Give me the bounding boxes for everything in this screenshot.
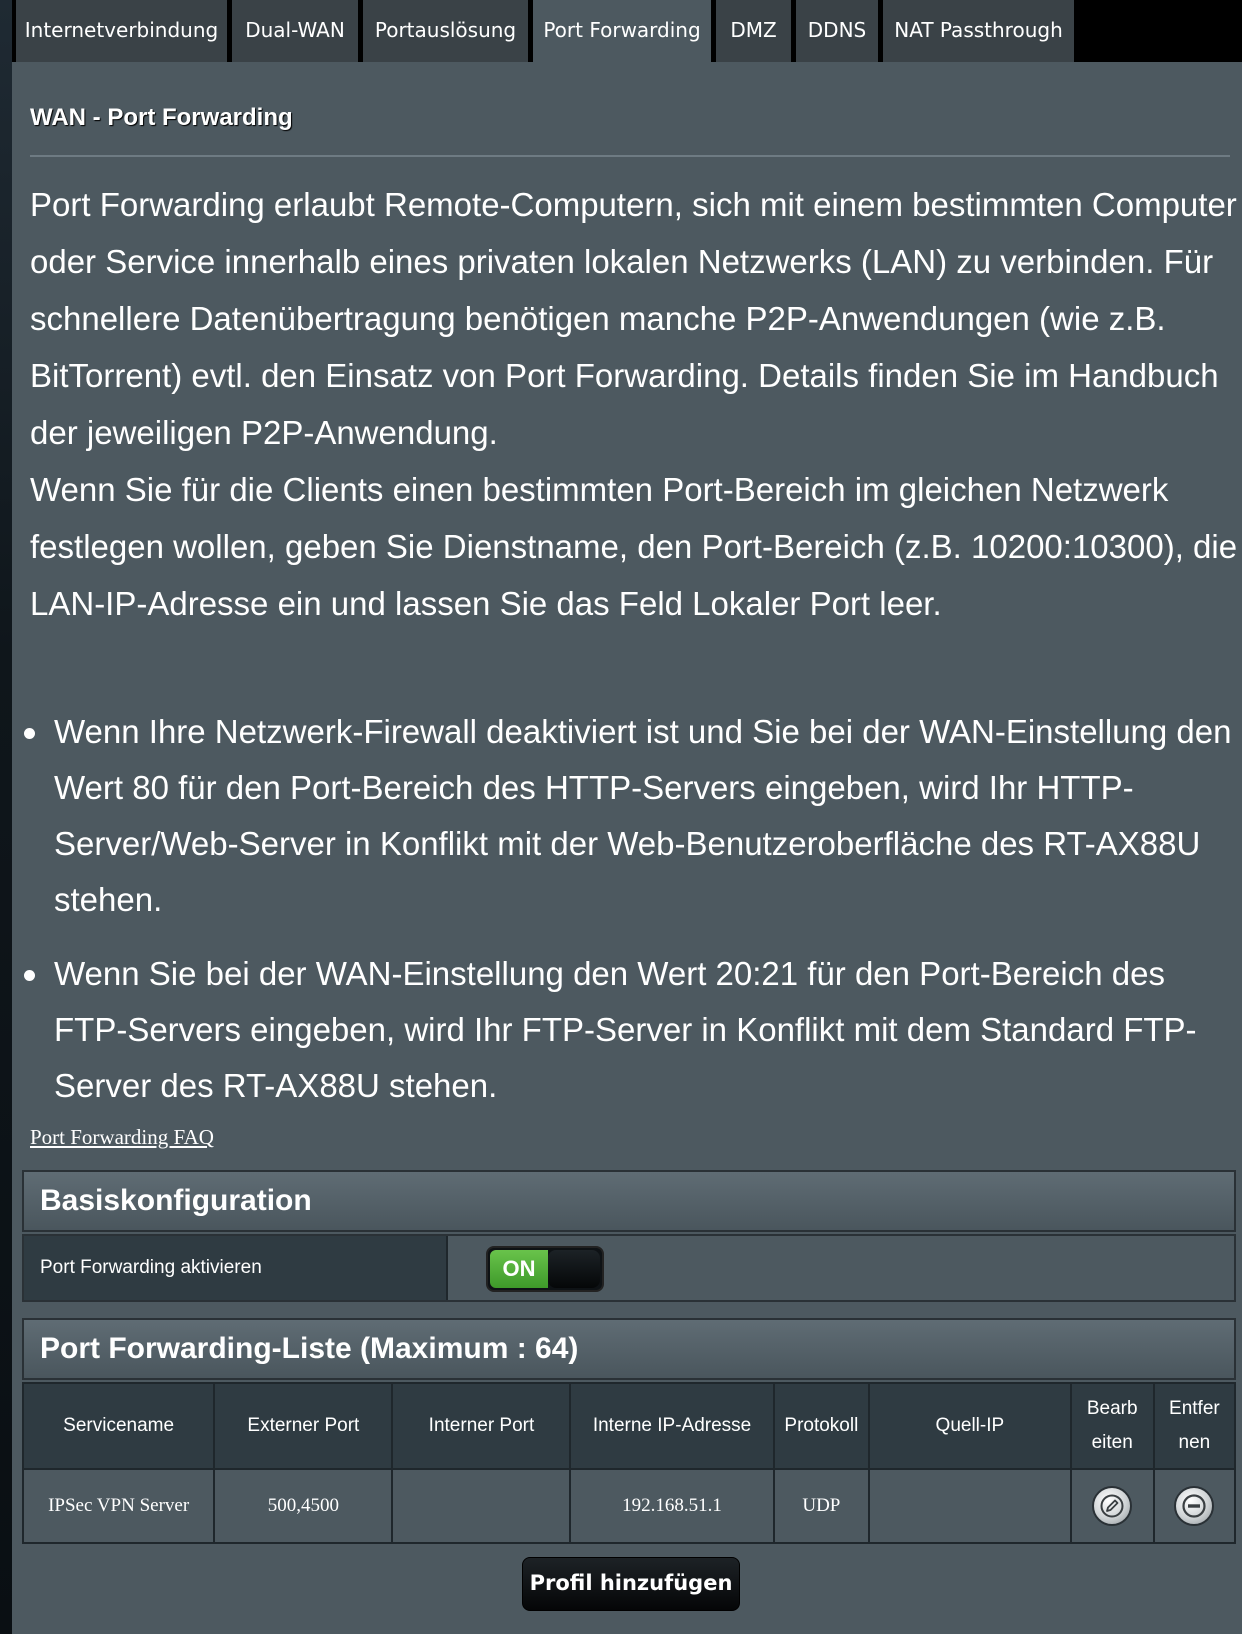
port-forwarding-toggle[interactable]: ON <box>486 1246 604 1292</box>
port-forwarding-list-heading: Port Forwarding-Liste (Maximum : 64) <box>22 1318 1236 1380</box>
col-header-delete: Entfer nen <box>1152 1382 1237 1470</box>
add-profile-button[interactable]: Profil hinzufügen <box>522 1557 740 1611</box>
col-header-protocol: Protokoll <box>772 1382 871 1470</box>
port-forwarding-table: Servicename Externer Port Interner Port … <box>21 1382 1237 1544</box>
pencil-icon <box>1100 1494 1124 1518</box>
col-header-internal-ip: Interne IP-Adresse <box>569 1382 775 1470</box>
col-header-delete-line2: nen <box>1178 1432 1211 1453</box>
intro-paragraph-2: Wenn Sie für die Clients einen bestimmte… <box>30 471 1238 622</box>
col-header-edit-line1: Bearb <box>1086 1398 1138 1419</box>
col-header-delete-line1: Entfer <box>1169 1398 1220 1419</box>
table-header-row: Servicename Externer Port Interner Port … <box>21 1382 1237 1470</box>
table-row: IPSec VPN Server 500,4500 192.168.51.1 U… <box>21 1468 1237 1544</box>
col-header-edit: Bearb eiten <box>1069 1382 1155 1470</box>
tab-port-forwarding[interactable]: Port Forwarding <box>533 0 711 62</box>
title-divider <box>30 155 1230 157</box>
minus-circle-icon <box>1182 1494 1206 1518</box>
note-ftp-conflict: Wenn Sie bei der WAN-Einstellung den Wer… <box>20 946 1240 1114</box>
cell-edit <box>1069 1468 1155 1544</box>
tab-nat-passthrough[interactable]: NAT Passthrough <box>883 0 1074 62</box>
bullet-icon <box>24 970 35 981</box>
tab-portausloesung[interactable]: Portauslösung <box>363 0 528 62</box>
intro-paragraph-1: Port Forwarding erlaubt Remote-Computern… <box>30 186 1237 451</box>
basic-config-heading: Basiskonfiguration <box>22 1170 1236 1232</box>
col-header-source-ip: Quell-IP <box>868 1382 1072 1470</box>
left-background-strip <box>0 0 12 1634</box>
cell-source-ip <box>868 1468 1072 1544</box>
col-header-internal-port: Interner Port <box>391 1382 572 1470</box>
tab-internetverbindung[interactable]: Internetverbindung <box>16 0 227 62</box>
tab-bar: Internetverbindung Dual-WAN Portauslösun… <box>12 0 1242 62</box>
tab-dual-wan[interactable]: Dual-WAN <box>232 0 358 62</box>
col-header-external-port: Externer Port <box>213 1382 394 1470</box>
bullet-icon <box>24 728 35 739</box>
col-header-servicename: Servicename <box>21 1382 216 1470</box>
note-text: Wenn Ihre Netzwerk-Firewall deaktiviert … <box>54 713 1232 918</box>
cell-internal-ip: 192.168.51.1 <box>569 1468 775 1544</box>
delete-button[interactable] <box>1174 1486 1215 1526</box>
notes-list: Wenn Ihre Netzwerk-Firewall deaktiviert … <box>20 704 1240 1132</box>
note-text: Wenn Sie bei der WAN-Einstellung den Wer… <box>54 955 1197 1104</box>
cell-servicename: IPSec VPN Server <box>21 1468 216 1544</box>
enable-port-forwarding-label: Port Forwarding aktivieren <box>24 1236 448 1300</box>
tab-dmz[interactable]: DMZ <box>716 0 791 62</box>
edit-button[interactable] <box>1092 1486 1133 1526</box>
cell-external-port: 500,4500 <box>213 1468 394 1544</box>
page-title: WAN - Port Forwarding <box>30 104 293 131</box>
cell-internal-port <box>391 1468 572 1544</box>
toggle-on-label: ON <box>490 1250 548 1288</box>
port-forwarding-faq-link[interactable]: Port Forwarding FAQ <box>30 1125 214 1150</box>
tab-ddns[interactable]: DDNS <box>796 0 878 62</box>
note-http-conflict: Wenn Ihre Netzwerk-Firewall deaktiviert … <box>20 704 1240 928</box>
cell-protocol: UDP <box>772 1468 871 1544</box>
intro-text: Port Forwarding erlaubt Remote-Computern… <box>30 176 1240 632</box>
toggle-knob <box>548 1250 600 1288</box>
cell-delete <box>1152 1468 1237 1544</box>
enable-port-forwarding-row: Port Forwarding aktivieren ON <box>22 1234 1236 1302</box>
col-header-edit-line2: eiten <box>1091 1432 1133 1453</box>
